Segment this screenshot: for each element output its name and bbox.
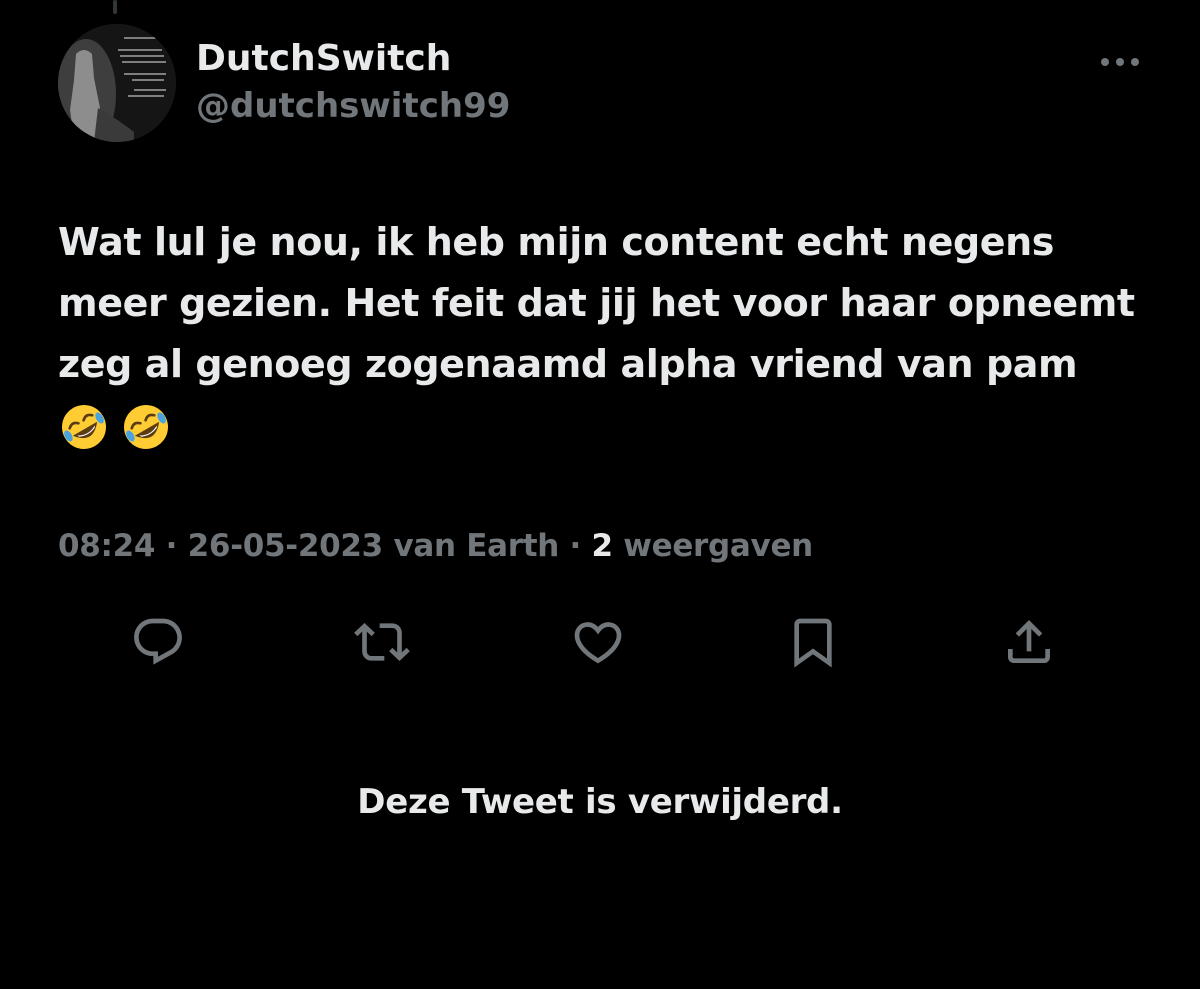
tweet-date[interactable]: 26-05-2023 [188, 528, 384, 564]
tweet-actions-bar [0, 610, 1200, 674]
tweet-metadata: 08:24 · 26-05-2023 van Earth · 2 weergav… [58, 528, 813, 564]
tweet-text-line: meer gezien. Het feit dat jij het voor h… [58, 281, 1135, 325]
more-dots-icon [1101, 58, 1139, 66]
tweet-text-line: Wat lul je nou, ik heb mijn content echt… [58, 220, 1055, 264]
tweet-source: van Earth [393, 528, 560, 564]
tweet-time[interactable]: 08:24 [58, 528, 155, 564]
bookmark-button[interactable] [781, 610, 845, 674]
heart-icon [574, 622, 622, 664]
more-options-button[interactable] [1096, 50, 1144, 74]
avatar[interactable] [58, 24, 176, 142]
reply-icon [134, 618, 182, 665]
like-button[interactable] [566, 610, 630, 674]
meta-separator: · [155, 528, 188, 564]
author-display-name[interactable]: DutchSwitch [196, 38, 451, 79]
author-handle[interactable]: @dutchswitch99 [196, 86, 510, 126]
thread-connector-line [113, 0, 117, 14]
emoji-row [58, 401, 1158, 453]
deleted-tweet-notice: Deze Tweet is verwijderd. [357, 782, 843, 822]
share-icon [1008, 620, 1050, 663]
views-count: 2 [591, 528, 613, 564]
share-button[interactable] [997, 610, 1061, 674]
rolling-on-floor-laughing-icon [124, 405, 168, 449]
views-label: weergaven [612, 528, 813, 564]
rolling-on-floor-laughing-icon [62, 405, 106, 449]
tweet-text-line: zeg al genoeg zogenaamd alpha vriend van… [58, 342, 1078, 386]
reply-button[interactable] [126, 610, 190, 674]
bookmark-icon [794, 618, 832, 668]
retweet-button[interactable] [350, 610, 414, 674]
avatar-image [58, 24, 176, 142]
tweet-text: Wat lul je nou, ik heb mijn content echt… [58, 212, 1158, 453]
retweet-icon [354, 623, 410, 661]
meta-separator: · [559, 528, 592, 564]
